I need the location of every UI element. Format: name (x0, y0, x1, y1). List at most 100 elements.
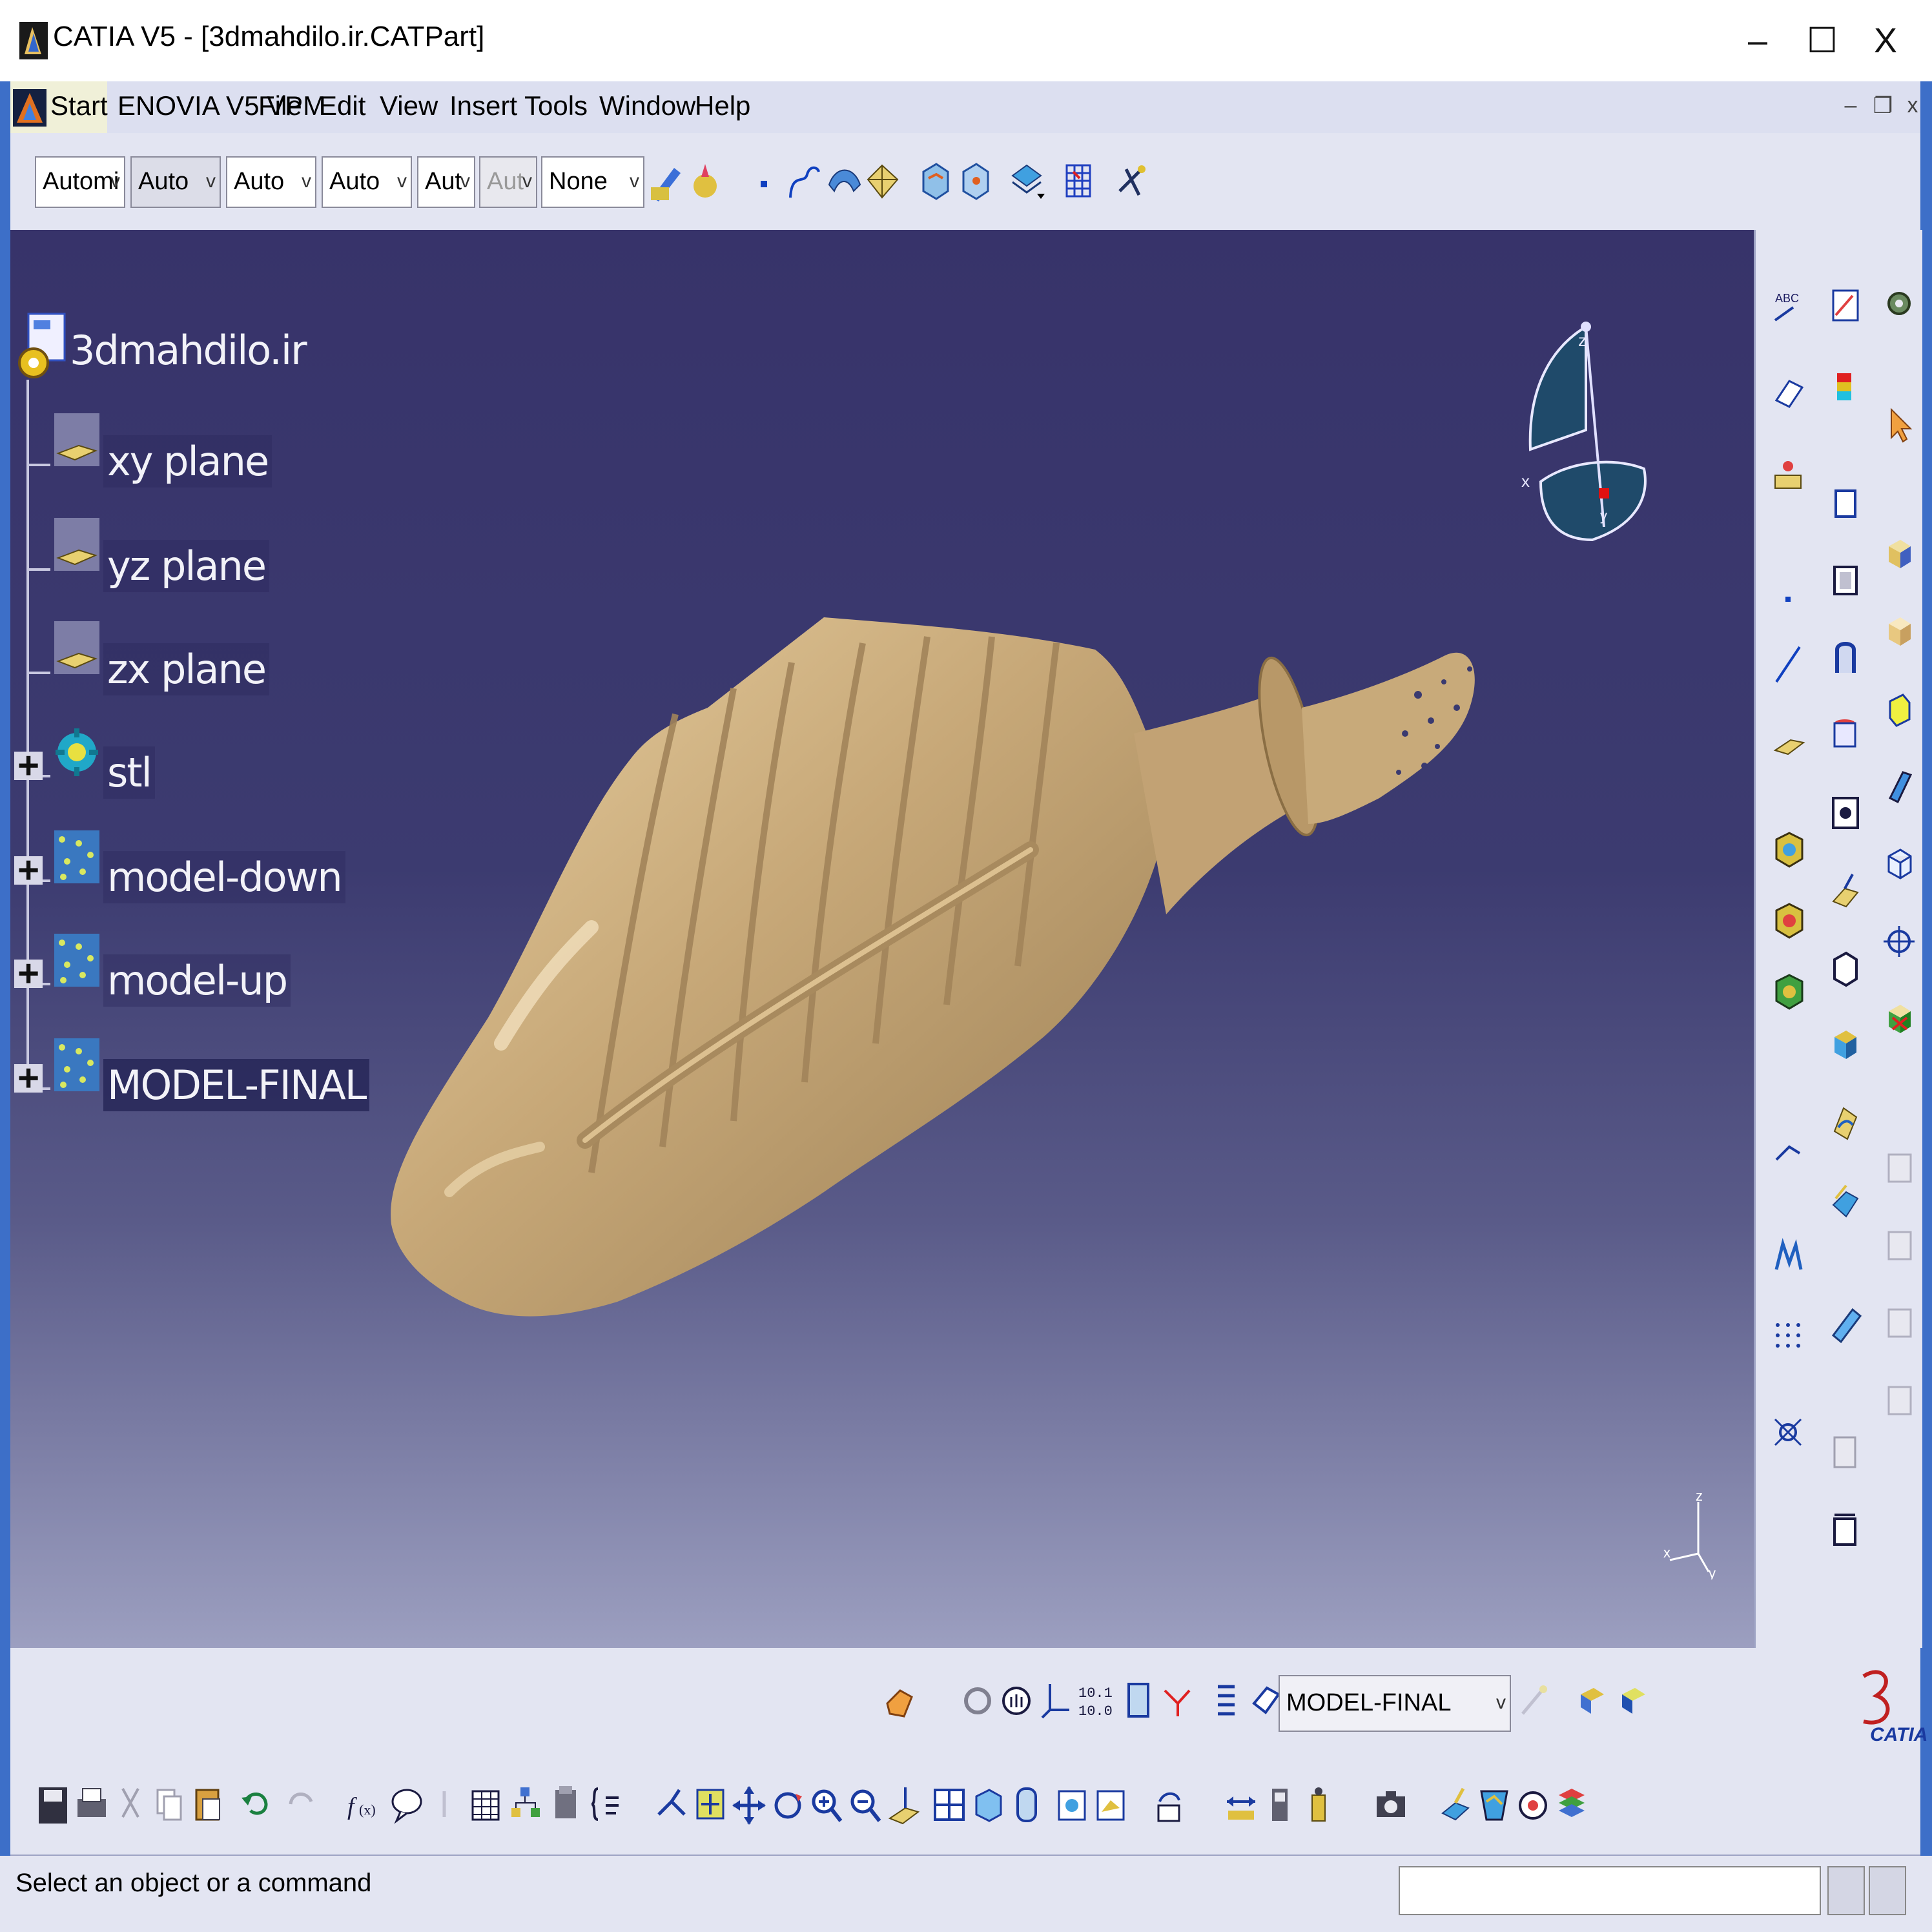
zoom-out-icon[interactable] (847, 1782, 883, 1829)
cube-beige-icon[interactable] (1881, 611, 1918, 653)
cloud-icon[interactable] (53, 829, 101, 885)
macro-icon[interactable] (588, 1782, 626, 1829)
status-bar-button-2[interactable] (1869, 1866, 1906, 1915)
layer-combo[interactable]: None v (541, 156, 644, 208)
tree-item-yz-plane[interactable]: yz plane (103, 540, 269, 592)
blend-surface-icon[interactable] (1827, 1179, 1864, 1222)
tree-item-model-down[interactable]: model-down (103, 851, 345, 903)
menu-edit[interactable]: Edit (319, 90, 365, 121)
cut-icon[interactable] (114, 1782, 147, 1829)
menu-help[interactable]: Help (695, 90, 750, 121)
insert-set-icon[interactable] (1614, 1678, 1652, 1723)
menu-file[interactable]: File (258, 90, 302, 121)
split-icon[interactable] (1158, 1678, 1196, 1723)
axis-icon[interactable] (1037, 1678, 1074, 1723)
select-arrow-icon[interactable] (1881, 404, 1918, 447)
paint-bucket-icon[interactable] (687, 159, 724, 204)
mesh-color-icon[interactable] (1770, 972, 1807, 1015)
status-bar-button-1[interactable] (1827, 1866, 1865, 1915)
table-icon[interactable] (469, 1782, 502, 1829)
measure-between-icon[interactable] (1223, 1782, 1259, 1829)
menu-tools[interactable]: Tools (524, 90, 588, 121)
formula-icon[interactable]: f (x) (346, 1782, 382, 1829)
gear-icon[interactable] (1881, 284, 1918, 327)
normal-view-icon[interactable] (886, 1782, 922, 1829)
start-icon[interactable] (13, 89, 46, 127)
catalog-icon[interactable] (549, 1782, 582, 1829)
doc-restore-button[interactable]: ❐ (1870, 93, 1896, 121)
flag-note-icon[interactable] (1770, 368, 1807, 411)
expand-plus-icon[interactable]: + (14, 747, 43, 785)
color-map-icon[interactable] (1827, 368, 1864, 411)
rendering-style-combo[interactable]: Aut v (479, 156, 537, 208)
node-icon[interactable] (1770, 1412, 1807, 1454)
surface-icon[interactable] (825, 159, 863, 204)
capture-camera-icon[interactable] (1373, 1782, 1409, 1829)
spline-icon[interactable] (785, 159, 823, 204)
expand-plus-icon[interactable]: + (14, 955, 43, 992)
grid-dots-icon[interactable] (1770, 1315, 1807, 1357)
target-icon[interactable] (1881, 921, 1918, 963)
cloud-icon[interactable] (53, 1037, 101, 1093)
mesh-remove-icon[interactable] (1770, 901, 1807, 944)
measure-inertia-icon[interactable] (1300, 1782, 1337, 1829)
paste-icon[interactable] (191, 1782, 225, 1829)
compass-icon[interactable]: z x y (1502, 307, 1663, 591)
tree-root-label[interactable]: 3dmahdilo.ir (66, 324, 310, 376)
expand-plus-icon[interactable]: + (14, 1060, 43, 1097)
menu-start[interactable]: Start (50, 90, 108, 121)
hide-show-icon[interactable] (1054, 1782, 1090, 1829)
pan-icon[interactable] (731, 1782, 767, 1829)
line-icon[interactable] (1770, 643, 1807, 686)
undo-icon[interactable] (236, 1782, 275, 1829)
text-annotation-icon[interactable]: ABC (1770, 284, 1807, 327)
disabled-tool-2-icon[interactable] (1881, 1224, 1918, 1267)
pipe-icon[interactable] (1827, 1302, 1864, 1344)
wireframe-box-icon[interactable] (1881, 843, 1918, 886)
point-symbol-combo[interactable]: Aut v (417, 156, 475, 208)
mesh-grid-icon[interactable] (1060, 159, 1098, 204)
sparkle-disabled-icon[interactable] (1516, 1678, 1554, 1723)
measure-icon[interactable] (1770, 1127, 1807, 1170)
measure-item-icon[interactable] (1262, 1782, 1298, 1829)
print-icon[interactable] (75, 1782, 108, 1829)
menu-view[interactable]: View (380, 90, 438, 121)
current-body-select[interactable]: MODEL-FINAL v (1279, 1675, 1511, 1732)
ground-icon[interactable] (1770, 452, 1807, 495)
redo-icon[interactable] (282, 1782, 320, 1829)
prism-icon[interactable] (1881, 688, 1918, 731)
plane-icon[interactable] (53, 620, 101, 675)
product-tree-icon[interactable] (508, 1782, 544, 1829)
hand-icon[interactable] (998, 1678, 1036, 1723)
plane-icon[interactable] (1770, 721, 1807, 763)
cube-yellow-icon[interactable] (1881, 533, 1918, 576)
sketch-icon[interactable] (1827, 284, 1864, 327)
tree-item-model-up[interactable]: model-up (103, 954, 291, 1007)
menu-insert[interactable]: Insert (449, 90, 517, 121)
geometrical-set-icon[interactable] (53, 724, 101, 780)
save-icon[interactable] (36, 1782, 70, 1829)
doc-minimize-button[interactable]: – (1838, 93, 1864, 121)
disabled-tool-3-icon[interactable] (1881, 1302, 1918, 1344)
cylinder-icon[interactable] (1827, 714, 1864, 757)
sparkle-filter-icon[interactable] (1113, 159, 1151, 204)
hand-paint-icon[interactable] (881, 1678, 918, 1723)
apply-material-icon[interactable] (1437, 1782, 1474, 1829)
fill-color-combo[interactable]: Automi v (35, 156, 125, 208)
stack-cylinder-icon[interactable] (1120, 1678, 1157, 1723)
shaft-icon[interactable] (1827, 637, 1864, 679)
disabled-tool-1-icon[interactable] (1881, 1147, 1918, 1189)
info-disabled-icon[interactable] (431, 1782, 457, 1829)
compress-icon[interactable] (1827, 1508, 1864, 1551)
render-icon[interactable] (1515, 1782, 1551, 1829)
transparency-combo[interactable]: Auto v (130, 156, 221, 208)
point-icon[interactable] (746, 159, 784, 204)
cloud-export-icon[interactable] (957, 159, 994, 204)
copy-icon[interactable] (152, 1782, 186, 1829)
swirl-icon[interactable] (960, 1678, 997, 1723)
doc-close-button[interactable]: x (1900, 93, 1926, 121)
sweep-icon[interactable] (1770, 1237, 1807, 1280)
zoom-in-icon[interactable] (808, 1782, 845, 1829)
swap-visible-icon[interactable] (1093, 1782, 1129, 1829)
minimize-button[interactable]: – (1732, 13, 1783, 68)
